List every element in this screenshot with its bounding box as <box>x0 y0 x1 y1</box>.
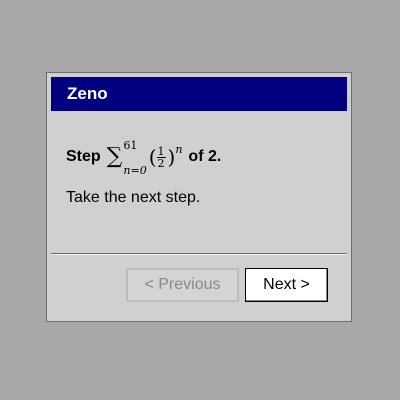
step-prefix: Step <box>66 148 101 165</box>
exponent: n <box>175 143 183 156</box>
sum-lower-limit: n=0 <box>123 164 147 177</box>
step-suffix: of 2. <box>188 148 222 165</box>
step-formula: ∑ 61 n=0 ( 1 2 ) n <box>106 139 183 176</box>
zeno-dialog: Zeno Step ∑ 61 n=0 ( 1 2 ) n of 2. Take … <box>46 72 352 322</box>
sum-upper-limit: 61 <box>123 139 138 152</box>
dialog-message: Take the next step. <box>66 189 201 206</box>
summation-limits: 61 n=0 <box>123 139 146 176</box>
previous-button[interactable]: < Previous <box>126 268 239 302</box>
fraction-denominator: 2 <box>157 156 165 170</box>
summation-sign: ∑ <box>106 144 123 169</box>
fraction-numerator: 1 <box>156 144 166 158</box>
step-heading: Step ∑ 61 n=0 ( 1 2 ) n of 2. <box>66 139 222 176</box>
right-paren: ) <box>167 145 176 169</box>
fraction: 1 2 <box>156 144 166 170</box>
next-button[interactable]: Next > <box>245 268 328 302</box>
button-separator <box>51 253 347 255</box>
left-paren: ( <box>148 145 157 169</box>
dialog-title: Zeno <box>51 77 347 111</box>
